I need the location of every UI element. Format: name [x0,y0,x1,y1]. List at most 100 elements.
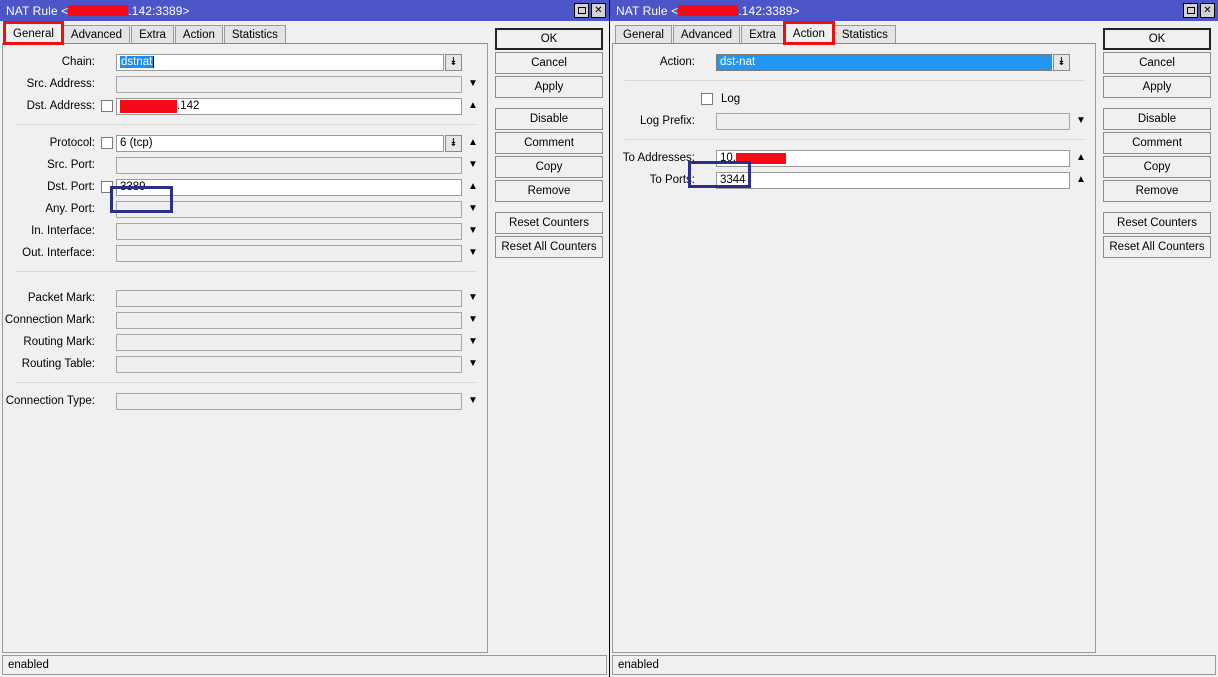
close-icon[interactable]: ✕ [1200,3,1215,18]
dst-address-checkbox[interactable] [101,100,113,112]
src-port-input[interactable] [116,156,462,174]
src-address-expand-down-icon[interactable]: ▼ [464,79,482,89]
chain-input[interactable]: dstnat [116,53,444,71]
packet-mark-expand-down-icon[interactable]: ▼ [464,293,482,303]
dual-nat-rule-windows: NAT Rule < .142:3389> ✕ General Advanced … [0,0,1218,677]
to-addresses-input[interactable]: 10. [716,149,1070,167]
tab-extra[interactable]: Extra [131,25,174,43]
connection-type-expand-down-icon[interactable]: ▼ [464,396,482,406]
window-title-right: NAT Rule < .142:3389> [616,4,1183,18]
connection-mark-expand-down-icon[interactable]: ▼ [464,315,482,325]
titlebar-left[interactable]: NAT Rule < .142:3389> ✕ [0,0,609,21]
routing-mark-expand-down-icon[interactable]: ▼ [464,337,482,347]
disable-button[interactable]: Disable [495,108,603,130]
tab-extra[interactable]: Extra [741,25,784,43]
dst-address-expand-up-icon[interactable]: ▲ [464,101,482,111]
apply-button[interactable]: Apply [1103,76,1211,98]
routing-table-input[interactable] [116,355,462,373]
out-interface-expand-down-icon[interactable]: ▼ [464,248,482,258]
reset-counters-button[interactable]: Reset Counters [495,212,603,234]
protocol-dropdown-icon[interactable]: ⯯ [445,134,462,152]
maximize-icon[interactable] [574,3,589,18]
row-action: Action: dst-nat ⯯ ▼ [613,51,1095,73]
log-checkbox[interactable] [701,93,713,105]
tab-statistics[interactable]: Statistics [223,25,286,43]
dst-port-label: Dst. Port: [47,181,95,193]
dst-port-checkbox[interactable] [101,181,113,193]
routing-mark-input[interactable] [116,333,462,351]
protocol-input[interactable]: 6 (tcp) [116,134,444,152]
tab-action[interactable]: Action [782,21,835,45]
tab-general[interactable]: General [615,25,672,43]
row-to-ports: To Ports: 3344 ▲ [613,169,1095,191]
tab-statistics[interactable]: Statistics [833,25,896,43]
disable-button[interactable]: Disable [1103,108,1211,130]
to-addresses-expand-up-icon[interactable]: ▲ [1072,153,1090,163]
window-body-right: General Advanced Extra Action Statistics… [610,21,1218,653]
log-prefix-input[interactable] [716,112,1070,130]
src-address-input[interactable] [116,75,462,93]
src-address-label: Src. Address: [26,78,95,90]
src-port-expand-down-icon[interactable]: ▼ [464,160,482,170]
out-interface-input[interactable] [116,244,462,262]
tab-advanced[interactable]: Advanced [672,25,741,43]
comment-button[interactable]: Comment [495,132,603,154]
divider [15,271,477,272]
tab-action[interactable]: Action [174,25,223,43]
cancel-button[interactable]: Cancel [1103,52,1211,74]
reset-all-counters-button[interactable]: Reset All Counters [1103,236,1211,258]
ok-button[interactable]: OK [1103,28,1211,50]
tab-general[interactable]: General [3,21,64,45]
connection-mark-input[interactable] [116,311,462,329]
apply-button[interactable]: Apply [495,76,603,98]
reset-all-counters-button[interactable]: Reset All Counters [495,236,603,258]
row-routing-table: Routing Table: ▼ [3,353,487,375]
in-interface-label: In. Interface: [31,225,95,237]
chain-label: Chain: [61,56,95,68]
row-in-interface: In. Interface: ▼ [3,220,487,242]
chain-dropdown-icon[interactable]: ⯯ [445,53,462,71]
dst-address-input[interactable]: .142 [116,97,462,115]
routing-table-expand-down-icon[interactable]: ▼ [464,359,482,369]
log-prefix-expand-down-icon[interactable]: ▼ [1072,116,1090,126]
maximize-icon[interactable] [1183,3,1198,18]
reset-counters-button[interactable]: Reset Counters [1103,212,1211,234]
redacted-ip-block [736,152,786,164]
in-interface-input[interactable] [116,222,462,240]
close-icon[interactable]: ✕ [591,3,606,18]
routing-mark-label: Routing Mark: [23,336,95,348]
any-port-expand-down-icon[interactable]: ▼ [464,204,482,214]
cancel-button[interactable]: Cancel [495,52,603,74]
title-prefix: NAT Rule < [6,3,69,18]
title-suffix: .142:3389> [738,3,800,18]
comment-button[interactable]: Comment [1103,132,1211,154]
remove-button[interactable]: Remove [495,180,603,202]
copy-button[interactable]: Copy [495,156,603,178]
out-interface-label: Out. Interface: [22,247,95,259]
log-label: Log [721,93,741,105]
any-port-input[interactable] [116,200,462,218]
divider [15,124,477,125]
action-label: Action: [659,56,695,68]
dst-port-input[interactable]: 3389 [116,178,462,196]
ok-button[interactable]: OK [495,28,603,50]
protocol-checkbox[interactable] [101,137,113,149]
action-input[interactable]: dst-nat [716,53,1052,71]
to-ports-input[interactable]: 3344 [716,171,1070,189]
in-interface-expand-down-icon[interactable]: ▼ [464,226,482,236]
protocol-expand-up-icon[interactable]: ▲ [464,138,482,148]
to-ports-expand-up-icon[interactable]: ▲ [1072,175,1090,185]
connection-type-input[interactable] [116,392,462,410]
remove-button[interactable]: Remove [1103,180,1211,202]
copy-button[interactable]: Copy [1103,156,1211,178]
packet-mark-input[interactable] [116,289,462,307]
titlebar-right[interactable]: NAT Rule < .142:3389> ✕ [610,0,1218,21]
tab-advanced[interactable]: Advanced [62,25,131,43]
dst-port-expand-up-icon[interactable]: ▲ [464,182,482,192]
row-connection-mark: Connection Mark: ▼ [3,309,487,331]
action-dropdown-icon[interactable]: ⯯ [1053,53,1070,71]
window-title-left: NAT Rule < .142:3389> [6,4,574,18]
